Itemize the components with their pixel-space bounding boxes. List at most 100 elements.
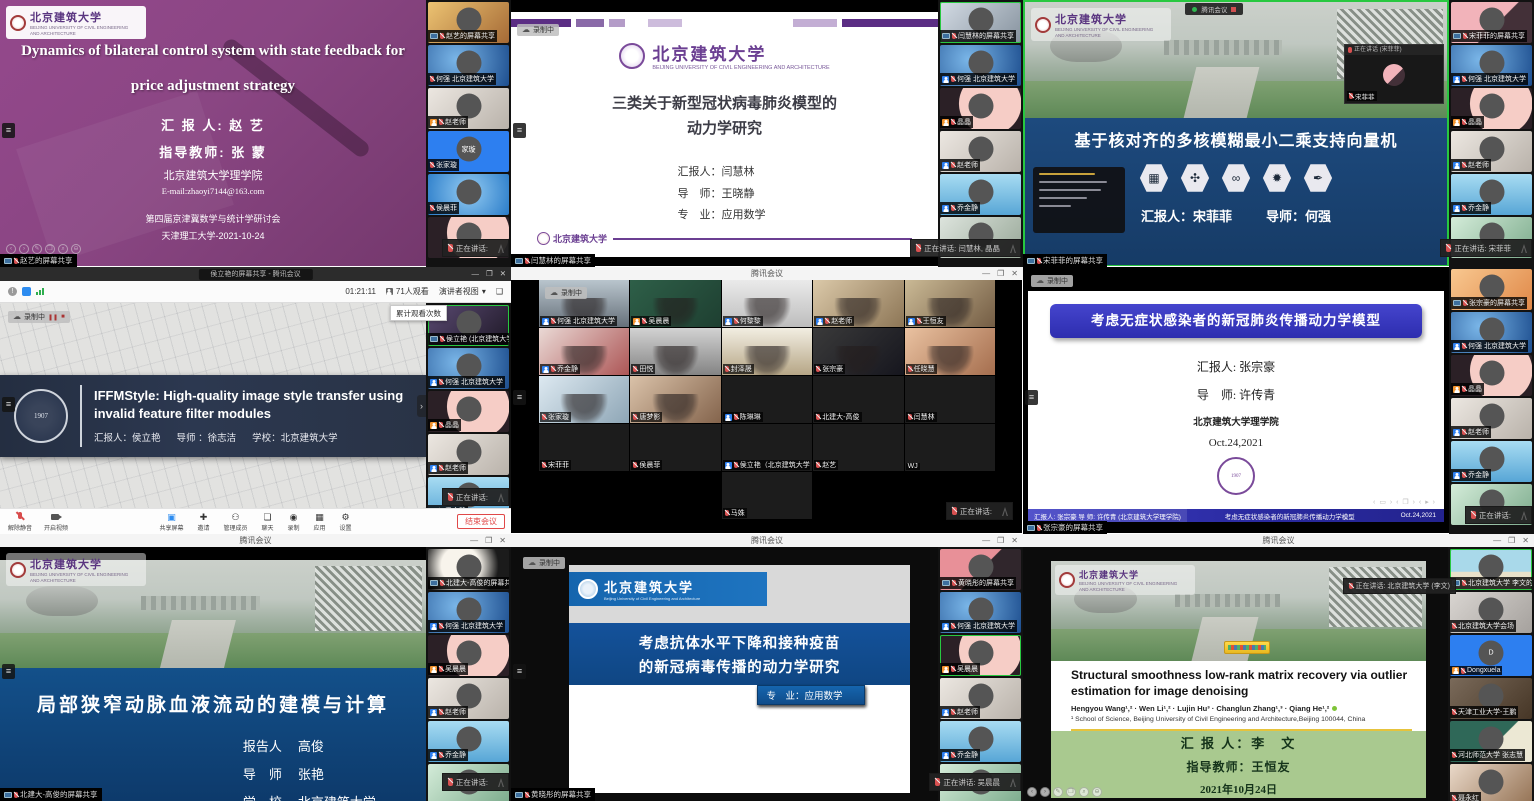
participant-tile[interactable]: 家璇 张家璇 <box>428 131 509 172</box>
viewer-count[interactable]: 71人观看 <box>386 286 429 297</box>
beamer-nav-icons[interactable]: ‹ ▭ › ‹ ❐ › ‹ ▸ › <box>1373 498 1436 506</box>
video-tile[interactable] <box>813 472 903 519</box>
participant-tile[interactable]: 赵老师 <box>428 434 509 475</box>
participant-tile[interactable]: 赵艺的屏幕共享 <box>428 2 509 43</box>
video-tile[interactable]: 张宗豪 <box>813 328 903 375</box>
participant-tile[interactable]: 何强 北京建筑大学 <box>940 592 1021 633</box>
annotation-tool-button[interactable]: ⊖ <box>71 244 81 254</box>
maximize-button[interactable]: ❐ <box>997 534 1004 547</box>
sidebar-toggle[interactable]: ≡ <box>2 123 15 138</box>
annotation-toolbar[interactable]: ‹›✎❐⌕⊖ <box>1027 787 1102 797</box>
annotation-tool-button[interactable]: ✎ <box>1053 787 1063 797</box>
video-tile[interactable] <box>630 472 720 519</box>
annotation-tool-button[interactable]: ‹ <box>1027 787 1037 797</box>
close-button[interactable]: ✕ <box>1522 534 1529 547</box>
video-tile[interactable]: 乔金静 <box>539 328 629 375</box>
participant-tile[interactable]: 晶晶 <box>1451 355 1532 396</box>
annotation-tool-button[interactable]: ⌕ <box>58 244 68 254</box>
maximize-button[interactable]: ❐ <box>997 267 1004 280</box>
toolbar-button[interactable]: ⚇管理成员 <box>223 512 247 532</box>
participant-tile[interactable]: 乔金静 <box>1451 441 1532 482</box>
video-tile[interactable]: 王恒友 <box>905 280 995 327</box>
participant-tile[interactable]: 吴晨晨 <box>940 635 1021 676</box>
maximize-button[interactable]: ❐ <box>1508 534 1515 547</box>
toolbar-button[interactable]: ▦应用 <box>314 512 326 532</box>
video-tile[interactable]: 唐梦影 <box>630 376 720 423</box>
annotation-tool-button[interactable]: › <box>19 244 29 254</box>
video-tile[interactable]: 陈琳琳 <box>722 376 812 423</box>
participant-tile[interactable]: 乔金静 <box>428 721 509 762</box>
fullscreen-button[interactable]: ❑ <box>496 287 503 296</box>
minimize-button[interactable]: — <box>471 267 479 281</box>
video-tile[interactable]: 侯晨菲 <box>630 424 720 471</box>
close-button[interactable]: ✕ <box>499 534 506 547</box>
participant-tile[interactable]: 何强 北京建筑大学 <box>1451 312 1532 353</box>
annotation-tool-button[interactable]: ⌕ <box>1079 787 1089 797</box>
toolbar-button[interactable]: 开启视频 <box>44 512 68 532</box>
video-tile[interactable]: 任晓慧 <box>905 328 995 375</box>
close-button[interactable]: ✕ <box>500 267 506 281</box>
participant-tile[interactable]: D Dongxuela <box>1450 635 1532 676</box>
participant-tile[interactable]: 赵老师 <box>1451 398 1532 439</box>
video-tile[interactable]: 马姝 <box>722 472 812 519</box>
participant-tile[interactable]: 赵老师 <box>428 88 509 129</box>
minimize-button[interactable]: — <box>470 534 478 547</box>
participant-tile[interactable]: 乔金静 <box>940 721 1021 762</box>
toolbar-button[interactable]: ✚邀请 <box>197 512 209 532</box>
maximize-button[interactable]: ❐ <box>486 267 493 281</box>
participant-tile[interactable]: 晶晶 <box>940 88 1021 129</box>
video-tile[interactable]: 赵艺 <box>813 424 903 471</box>
annotation-tool-button[interactable]: ❐ <box>45 244 55 254</box>
video-tile[interactable]: WJ <box>905 424 995 471</box>
participant-tile[interactable]: 乔金静 <box>1451 174 1532 215</box>
participant-tile[interactable]: 北京建筑大学会场 <box>1450 592 1532 633</box>
video-tile[interactable]: 宋菲菲 <box>539 424 629 471</box>
participant-tile[interactable]: 河北师范大学 张志慧 <box>1450 721 1532 762</box>
meeting-info-icon[interactable]: ! <box>8 287 17 296</box>
sidebar-toggle[interactable]: ≡ <box>513 123 526 138</box>
pause-recording-button[interactable]: ❚❚ <box>48 314 58 321</box>
end-meeting-button[interactable]: 结束会议 <box>457 514 505 529</box>
annotation-tool-button[interactable]: › <box>1040 787 1050 797</box>
participant-tile[interactable]: 何强 北京建筑大学 <box>1451 45 1532 86</box>
annotation-tool-button[interactable]: ✎ <box>32 244 42 254</box>
video-tile[interactable]: 封泽晟 <box>722 328 812 375</box>
toolbar-button[interactable]: 解除静音 <box>8 512 32 532</box>
video-tile[interactable]: 北建大-高俊 <box>813 376 903 423</box>
participant-tile[interactable]: 黄晓彤的屏幕共享 <box>940 549 1021 590</box>
stop-recording-button[interactable]: ■ <box>61 314 65 320</box>
participant-tile[interactable]: 晶晶 <box>1451 88 1532 129</box>
security-shield-icon[interactable] <box>22 287 31 296</box>
participant-tile[interactable]: 侯晨菲 <box>428 174 509 215</box>
close-button[interactable]: ✕ <box>1011 534 1018 547</box>
participant-tile[interactable]: 宋菲菲的屏幕共享 <box>1451 2 1532 43</box>
annotation-tool-button[interactable]: ❐ <box>1066 787 1076 797</box>
sidebar-toggle[interactable]: ≡ <box>2 664 15 679</box>
minimize-button[interactable]: — <box>982 534 990 547</box>
participant-tile[interactable]: 闫慧林的屏幕共享 <box>940 2 1021 43</box>
view-mode-dropdown[interactable]: 演讲者视图▾ <box>439 286 486 297</box>
toolbar-button[interactable]: ◉录制 <box>288 512 300 532</box>
toolbar-button[interactable]: ▣共享屏幕 <box>159 512 183 532</box>
annotation-tool-button[interactable]: ‹ <box>6 244 16 254</box>
stop-share-icon[interactable] <box>1231 7 1236 12</box>
participant-tile[interactable]: 张宗豪的屏幕共享 <box>1451 269 1532 310</box>
participant-tile[interactable]: 赵老师 <box>940 678 1021 719</box>
participant-tile[interactable]: 赵老师 <box>1451 131 1532 172</box>
video-tile[interactable] <box>539 472 629 519</box>
video-tile[interactable]: 何黎黎 <box>722 280 812 327</box>
video-tile[interactable]: 闫慧林 <box>905 376 995 423</box>
minimize-button[interactable]: — <box>1493 534 1501 547</box>
participant-tile[interactable]: 赵老师 <box>940 131 1021 172</box>
participant-tile[interactable]: 天津工业大学-王鹏 <box>1450 678 1532 719</box>
video-tile[interactable]: 张家璇 <box>539 376 629 423</box>
participant-tile[interactable]: 何强 北京建筑大学 <box>940 45 1021 86</box>
participant-tile[interactable]: 何强 北京建筑大学 <box>428 592 509 633</box>
chat-popup[interactable] <box>1033 167 1125 233</box>
participant-tile[interactable]: 吴晨晨 <box>428 635 509 676</box>
participant-tile[interactable]: 何强 北京建筑大学 <box>428 348 509 389</box>
next-page-chevron[interactable]: › <box>417 395 426 417</box>
participant-tile[interactable]: 晶晶 <box>428 391 509 432</box>
video-tile[interactable]: 侯立艳（北京建筑大学） <box>722 424 812 471</box>
video-tile[interactable]: 赵老师 <box>813 280 903 327</box>
